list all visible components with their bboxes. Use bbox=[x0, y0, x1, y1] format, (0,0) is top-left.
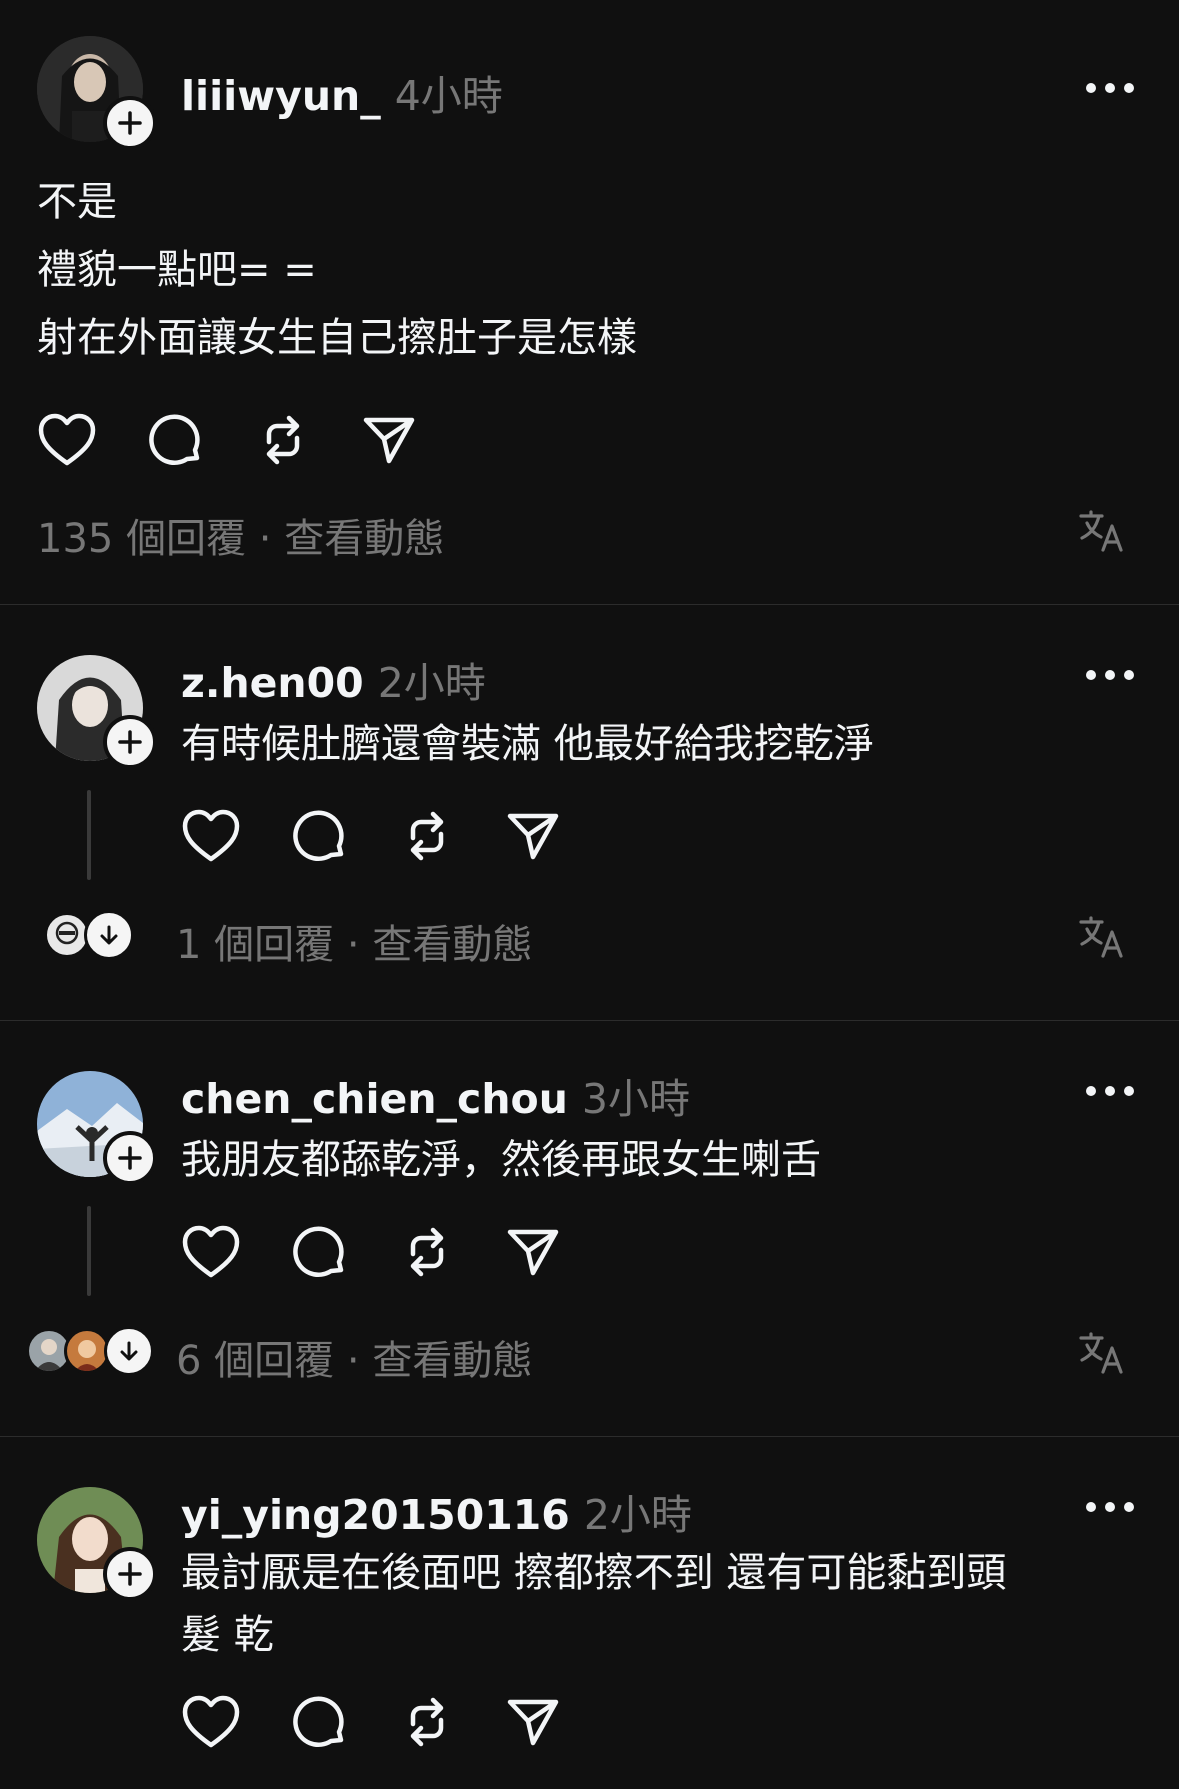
follow-plus-icon bbox=[118, 730, 142, 754]
heart-icon bbox=[182, 1695, 240, 1748]
reply-count[interactable]: 1 個回覆 bbox=[176, 922, 334, 968]
more-icon bbox=[1086, 1502, 1096, 1512]
share-button[interactable] bbox=[503, 1222, 563, 1282]
action-bar bbox=[181, 1692, 581, 1752]
more-icon bbox=[1086, 83, 1096, 93]
thread-line bbox=[87, 790, 91, 880]
action-bar bbox=[181, 1222, 581, 1282]
more-button[interactable] bbox=[1086, 667, 1134, 683]
follow-button[interactable] bbox=[103, 1131, 157, 1185]
like-button[interactable] bbox=[181, 1692, 241, 1752]
post-meta: 135 個回覆 · 查看動態 bbox=[37, 516, 445, 562]
like-button[interactable] bbox=[181, 1222, 241, 1282]
more-icon bbox=[1086, 670, 1096, 680]
comment-icon bbox=[293, 810, 344, 861]
repost-icon bbox=[410, 1227, 444, 1277]
username[interactable]: yi_ying20150116 2小時 bbox=[181, 1481, 692, 1541]
repost-icon bbox=[266, 415, 300, 465]
follow-button[interactable] bbox=[103, 96, 157, 150]
share-button[interactable] bbox=[359, 410, 419, 470]
heart-icon bbox=[38, 413, 96, 466]
view-activity-link[interactable]: 查看動態 bbox=[284, 516, 444, 562]
view-activity-link[interactable]: 查看動態 bbox=[372, 1338, 532, 1384]
share-button[interactable] bbox=[503, 1692, 563, 1752]
comment-button[interactable] bbox=[289, 806, 349, 866]
view-activity-link[interactable]: 查看動態 bbox=[372, 922, 532, 968]
post-time: 3小時 bbox=[581, 1075, 690, 1123]
heart-icon bbox=[182, 809, 240, 862]
post-time: 2小時 bbox=[377, 659, 486, 707]
more-button[interactable] bbox=[1086, 80, 1134, 96]
follow-plus-icon bbox=[118, 1562, 142, 1586]
repost-button[interactable] bbox=[397, 806, 457, 866]
thread-line bbox=[87, 1206, 91, 1296]
more-button[interactable] bbox=[1086, 1499, 1134, 1515]
post-3: chen_chien_chou 3小時 我朋友都舔乾淨，然後再跟女生喇舌 6 個回… bbox=[0, 1021, 1179, 1436]
repost-button[interactable] bbox=[253, 410, 313, 470]
comment-button[interactable] bbox=[145, 410, 205, 470]
expand-down-icon bbox=[120, 1341, 138, 1361]
like-button[interactable] bbox=[181, 806, 241, 866]
heart-icon bbox=[182, 1225, 240, 1278]
post-time: 2小時 bbox=[583, 1491, 692, 1539]
action-bar bbox=[37, 410, 437, 470]
post-2: z.hen00 2小時 有時候肚臍還會裝滿 他最好給我挖乾淨 1 個回覆 · 查看… bbox=[0, 605, 1179, 1020]
post-time: 4小時 bbox=[394, 72, 503, 120]
share-icon bbox=[363, 417, 415, 464]
post-text: 最討厭是在後面吧 擦都擦不到 還有可能黏到頭 髮 乾 bbox=[181, 1550, 1007, 1658]
expand-replies-button[interactable] bbox=[104, 1326, 154, 1376]
follow-plus-icon bbox=[118, 1146, 142, 1170]
post-1: liiiwyun_ 4小時 不是 禮貌一點吧= = 射在外面讓女生自己擦肚子是怎樣… bbox=[0, 0, 1179, 604]
like-button[interactable] bbox=[37, 410, 97, 470]
follow-button[interactable] bbox=[103, 715, 157, 769]
username[interactable]: z.hen00 2小時 bbox=[181, 649, 486, 709]
username[interactable]: chen_chien_chou 3小時 bbox=[181, 1065, 690, 1125]
expand-replies-button[interactable] bbox=[84, 910, 134, 960]
expand-down-icon bbox=[100, 925, 118, 945]
action-bar bbox=[181, 806, 581, 866]
repost-icon bbox=[410, 1697, 444, 1747]
repost-icon bbox=[410, 811, 444, 861]
repost-button[interactable] bbox=[397, 1692, 457, 1752]
more-icon bbox=[1086, 1086, 1096, 1096]
more-button[interactable] bbox=[1086, 1083, 1134, 1099]
comment-icon bbox=[293, 1226, 344, 1277]
reply-count[interactable]: 6 個回覆 bbox=[176, 1338, 334, 1384]
username[interactable]: liiiwyun_ 4小時 bbox=[181, 62, 503, 122]
comment-button[interactable] bbox=[289, 1222, 349, 1282]
comment-icon bbox=[149, 414, 200, 465]
reply-count[interactable]: 135 個回覆 bbox=[37, 516, 246, 562]
translate-icon[interactable] bbox=[1078, 1328, 1126, 1376]
post-meta: 1 個回覆 · 查看動態 bbox=[176, 922, 533, 968]
comment-icon bbox=[293, 1696, 344, 1747]
post-text: 不是 禮貌一點吧= = 射在外面讓女生自己擦肚子是怎樣 bbox=[37, 179, 637, 361]
share-icon bbox=[507, 1229, 559, 1276]
post-meta: 6 個回覆 · 查看動態 bbox=[176, 1338, 533, 1384]
share-icon bbox=[507, 1699, 559, 1746]
post-text: 有時候肚臍還會裝滿 他最好給我挖乾淨 bbox=[181, 721, 874, 767]
repost-button[interactable] bbox=[397, 1222, 457, 1282]
share-button[interactable] bbox=[503, 806, 563, 866]
follow-plus-icon bbox=[118, 111, 142, 135]
post-4: yi_ying20150116 2小時 最討厭是在後面吧 擦都擦不到 還有可能黏到… bbox=[0, 1437, 1179, 1789]
comment-button[interactable] bbox=[289, 1692, 349, 1752]
translate-icon[interactable] bbox=[1078, 912, 1126, 960]
share-icon bbox=[507, 813, 559, 860]
post-text: 我朋友都舔乾淨，然後再跟女生喇舌 bbox=[181, 1137, 821, 1183]
translate-icon[interactable] bbox=[1078, 506, 1126, 554]
follow-button[interactable] bbox=[103, 1547, 157, 1601]
